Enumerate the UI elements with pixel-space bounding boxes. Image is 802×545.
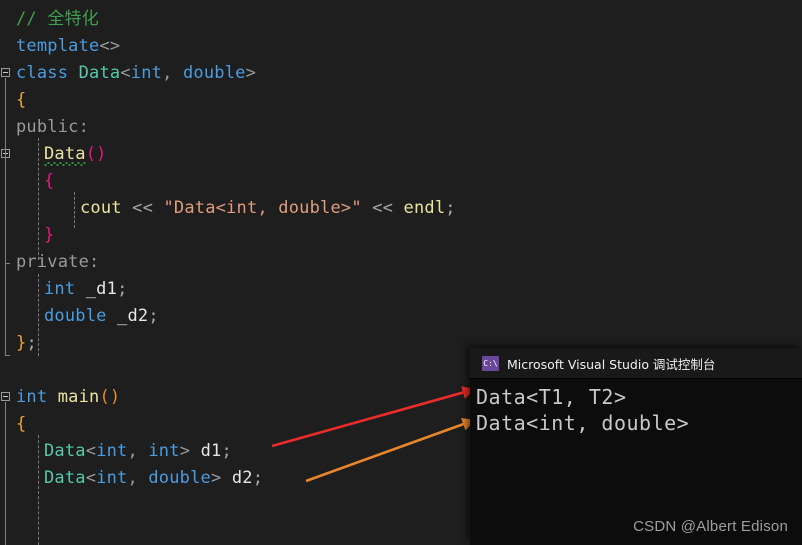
code-line[interactable]: public: bbox=[0, 114, 89, 141]
code-token: double bbox=[148, 468, 211, 488]
code-token: < bbox=[85, 468, 97, 488]
code-token: Data bbox=[44, 441, 86, 461]
code-token: cout bbox=[80, 198, 122, 218]
code-token: , bbox=[127, 441, 149, 461]
code-token: template bbox=[16, 36, 100, 56]
code-token: _d2 bbox=[106, 306, 149, 326]
code-token: main bbox=[57, 387, 100, 407]
watermark: CSDN @Albert Edison bbox=[633, 518, 788, 535]
code-token: int bbox=[96, 441, 128, 461]
screenshot-root: // 全特化 template<> class Data<int, double>{… bbox=[0, 0, 802, 545]
code-token: 全特化 bbox=[47, 9, 99, 29]
code-token: public: bbox=[16, 117, 90, 137]
code-token: } bbox=[16, 333, 27, 353]
code-token: class bbox=[16, 63, 79, 83]
code-token: ; bbox=[445, 198, 456, 218]
code-token: > bbox=[210, 468, 232, 488]
code-token: endl bbox=[403, 198, 446, 218]
code-line[interactable]: Data() bbox=[0, 141, 107, 168]
code-token: Data bbox=[44, 468, 86, 488]
code-line[interactable] bbox=[0, 357, 16, 384]
code-token: int bbox=[96, 468, 128, 488]
code-token: > bbox=[179, 441, 201, 461]
console-app-icon: C:\ bbox=[482, 355, 499, 371]
code-token: > bbox=[245, 63, 257, 83]
code-line[interactable]: private: bbox=[0, 249, 99, 276]
code-token: int bbox=[44, 279, 76, 299]
code-token: < bbox=[120, 63, 131, 83]
code-line[interactable]: }; bbox=[0, 330, 37, 357]
code-token: // bbox=[16, 9, 48, 29]
code-token: d2 bbox=[231, 468, 253, 488]
code-token: { bbox=[44, 171, 55, 191]
code-token: "Data<int, double>" bbox=[163, 198, 362, 218]
console-output-line: Data<T1, T2> bbox=[476, 385, 627, 409]
code-token: double bbox=[182, 63, 246, 83]
console-titlebar[interactable]: C:\ Microsoft Visual Studio 调试控制台 bbox=[470, 348, 802, 379]
code-token: ; bbox=[148, 306, 159, 326]
code-token: , bbox=[162, 63, 183, 83]
code-token: << bbox=[121, 198, 164, 218]
code-token: } bbox=[44, 225, 55, 245]
code-token: int bbox=[16, 387, 48, 407]
code-token: { bbox=[16, 90, 27, 110]
code-token: ; bbox=[117, 279, 128, 299]
code-token: _d1 bbox=[75, 279, 118, 299]
code-line[interactable]: template<> bbox=[0, 33, 120, 60]
code-line[interactable]: } bbox=[0, 222, 54, 249]
console-output-line: Data<int, double> bbox=[476, 411, 690, 435]
code-token: Data bbox=[44, 144, 86, 164]
code-token: int bbox=[130, 63, 163, 83]
code-token: int bbox=[148, 441, 180, 461]
code-token: Data bbox=[78, 63, 121, 83]
code-token: << bbox=[361, 198, 404, 218]
code-line[interactable]: // 全特化 bbox=[0, 6, 99, 33]
code-token: { bbox=[16, 414, 27, 434]
debug-console-window[interactable]: C:\ Microsoft Visual Studio 调试控制台 Data<T… bbox=[470, 348, 802, 545]
code-token: ; bbox=[252, 468, 264, 488]
code-token: private: bbox=[16, 252, 100, 272]
code-token: () bbox=[85, 144, 107, 164]
code-line[interactable]: { bbox=[0, 87, 26, 114]
code-token: double bbox=[44, 306, 107, 326]
console-title-text: Microsoft Visual Studio 调试控制台 bbox=[507, 356, 716, 372]
code-token: <> bbox=[99, 36, 121, 56]
code-line[interactable]: Data<int, int> d1; bbox=[0, 438, 232, 465]
code-token: () bbox=[99, 387, 121, 407]
code-token: ; bbox=[26, 333, 37, 353]
code-line[interactable]: class Data<int, double> bbox=[0, 60, 256, 87]
code-token: , bbox=[127, 468, 149, 488]
code-token: d1 bbox=[200, 441, 222, 461]
code-line[interactable]: int main() bbox=[0, 384, 120, 411]
code-line[interactable]: cout << "Data<int, double>" << endl; bbox=[0, 195, 456, 222]
code-line[interactable]: double _d2; bbox=[0, 303, 159, 330]
code-line[interactable]: Data<int, double> d2; bbox=[0, 465, 263, 492]
code-line[interactable]: int _d1; bbox=[0, 276, 128, 303]
code-line[interactable]: { bbox=[0, 168, 54, 195]
code-line[interactable]: { bbox=[0, 411, 26, 438]
code-token: < bbox=[85, 441, 97, 461]
console-app-icon-label: C:\ bbox=[483, 359, 498, 368]
code-token: ; bbox=[221, 441, 232, 461]
